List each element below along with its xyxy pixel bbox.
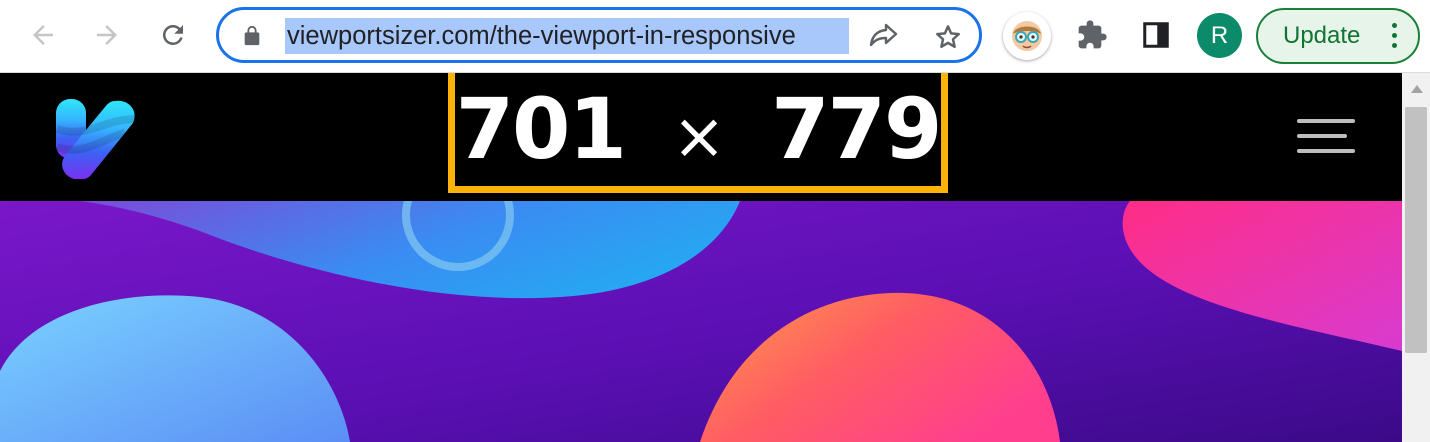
profile-avatar[interactable]: R: [1197, 13, 1242, 58]
extensions-button[interactable]: [1069, 12, 1115, 58]
site-header: 701 × 779: [0, 73, 1402, 201]
viewport-size-text: 701 × 779: [455, 80, 943, 178]
web-page: 701 × 779: [0, 73, 1402, 442]
share-icon[interactable]: [867, 22, 899, 55]
back-button[interactable]: [20, 12, 66, 58]
viewportsizer-logo[interactable]: [55, 99, 137, 184]
lock-icon[interactable]: [241, 24, 263, 53]
times-sign: ×: [672, 100, 726, 174]
arrow-right-icon: [97, 25, 117, 45]
address-bar[interactable]: viewportsizer.com/the-viewport-in-respon…: [216, 7, 982, 63]
star-icon[interactable]: [933, 22, 963, 57]
update-button[interactable]: Update: [1256, 8, 1420, 64]
page-scrollbar[interactable]: [1402, 73, 1430, 442]
viewport-width: 701: [455, 80, 627, 178]
forward-button[interactable]: [84, 12, 130, 58]
viewport-height: 779: [771, 80, 942, 178]
reload-icon: [162, 24, 183, 45]
hamburger-menu-icon[interactable]: [1297, 119, 1355, 164]
puzzle-icon: [1078, 20, 1107, 49]
browser-toolbar: viewportsizer.com/the-viewport-in-respon…: [0, 0, 1430, 73]
hero-background-image: [0, 201, 1402, 442]
reload-button[interactable]: [150, 12, 196, 58]
side-panel-button[interactable]: [1133, 12, 1179, 58]
scroll-thumb[interactable]: [1405, 107, 1427, 353]
update-label: Update: [1283, 22, 1361, 49]
arrow-left-icon: [33, 25, 53, 45]
kebab-menu-icon[interactable]: [1392, 23, 1398, 53]
extension-avatar-icon[interactable]: [1003, 12, 1051, 60]
viewport-size-display: 701 × 779: [448, 73, 948, 193]
scroll-up-arrow-icon[interactable]: [1411, 85, 1423, 93]
side-panel-icon: [1143, 22, 1169, 48]
url-text[interactable]: viewportsizer.com/the-viewport-in-respon…: [285, 18, 849, 54]
